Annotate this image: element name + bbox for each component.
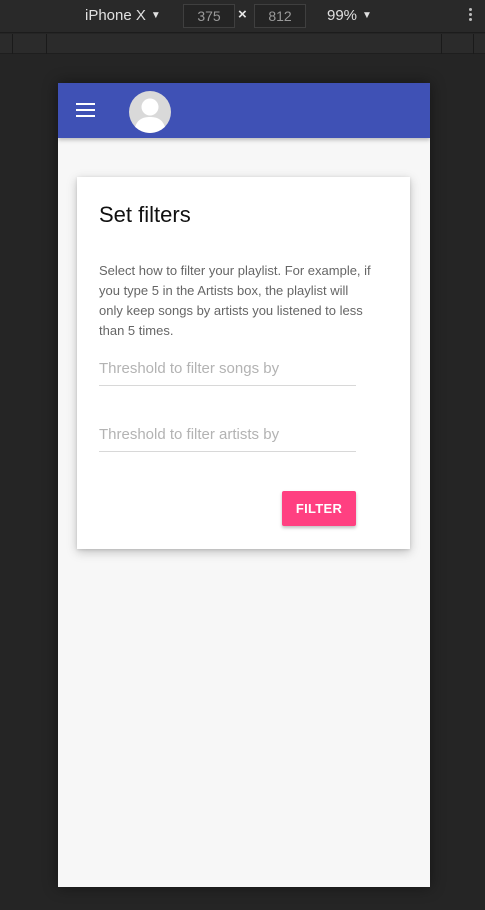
ruler-divider [12,34,13,54]
zoom-select[interactable]: 99% ▼ [327,7,372,24]
ruler-divider [46,34,47,54]
dimension-separator: × [238,6,247,23]
hamburger-menu-icon[interactable] [76,103,96,119]
filter-button[interactable]: FILTER [282,491,356,526]
avatar-silhouette [134,98,166,133]
card-title: Set filters [99,202,191,227]
device-name: iPhone X [85,7,146,24]
media-query-bar [0,34,485,54]
devtools-device-toolbar: iPhone X ▼ 375 × 812 99% ▼ [0,0,485,33]
songs-threshold-field [99,360,356,386]
viewport-height-input[interactable]: 812 [254,4,306,28]
chevron-down-icon: ▼ [150,10,161,21]
app-header [58,83,430,138]
artists-threshold-input[interactable] [99,426,356,447]
zoom-value: 99% [327,7,358,24]
card-description: Select how to filter your playlist. For … [99,263,371,338]
viewport-width-input[interactable]: 375 [183,4,235,28]
ruler-divider [441,34,442,54]
device-viewport: Set filters Select how to filter your pl… [58,83,430,887]
more-options-icon[interactable] [466,6,474,26]
artists-threshold-field [99,426,356,452]
ruler-divider [473,34,474,54]
chevron-down-icon: ▼ [362,10,372,21]
user-avatar-icon[interactable] [129,91,171,133]
songs-threshold-input[interactable] [99,360,356,381]
filter-card: Set filters Select how to filter your pl… [77,177,410,549]
device-select[interactable]: iPhone X ▼ [85,7,161,24]
